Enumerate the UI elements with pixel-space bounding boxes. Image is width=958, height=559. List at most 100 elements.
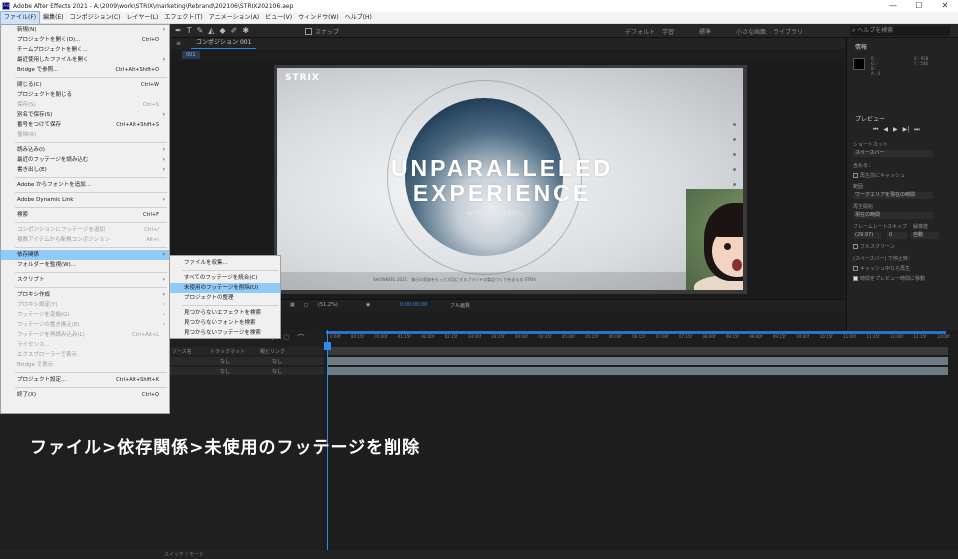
file-menu-item[interactable]: 読み込み(I) › xyxy=(1,145,169,155)
menu-file[interactable]: ファイル(F) xyxy=(0,10,41,25)
mask-icon[interactable]: ◻ xyxy=(304,302,308,308)
last-frame-icon[interactable]: ⏭ xyxy=(914,126,919,134)
move-time-option[interactable]: 時間をプレビュー時間に移動 xyxy=(853,275,925,282)
roto-brush-icon[interactable]: ✐ xyxy=(231,26,238,35)
submenu-item[interactable]: 見つからないフォントを検索 xyxy=(170,318,280,328)
text-tool-icon[interactable]: T xyxy=(187,26,192,35)
submenu-item[interactable]: ファイルを収集... xyxy=(170,258,280,268)
play-icon[interactable]: ▶ xyxy=(893,126,898,134)
menu-window[interactable]: ウィンドウ(W) xyxy=(295,12,342,24)
play-from-select[interactable]: 現在の時間 xyxy=(853,212,933,219)
file-menu-item[interactable]: プロキシ作成 › xyxy=(1,290,169,300)
file-menu-item[interactable]: 最近のフッテージを読み込む › xyxy=(1,155,169,165)
if-caching-play-option[interactable]: キャッシュ中なら再生 xyxy=(853,265,910,272)
grid-icon[interactable]: ▦ xyxy=(290,302,295,308)
workspace-libraries[interactable]: ライブラリ xyxy=(773,27,810,36)
cache-before-playback[interactable]: 再生前にキャッシュ xyxy=(853,172,905,179)
workspace-standard[interactable]: 標準 xyxy=(699,27,736,36)
zoom-dropdown[interactable]: (51.2%) xyxy=(318,302,338,308)
snap-toggle[interactable]: スナップ xyxy=(305,27,339,36)
tab-composition[interactable]: コンポジション 001 xyxy=(191,38,257,49)
shortcut-select[interactable]: スペースバー xyxy=(853,150,933,157)
fullscreen-option[interactable]: フルスクリーン xyxy=(853,243,895,250)
time-ruler[interactable]: 0:00f 00:15f 01:00f 01:15f 02:00f 02:15f 03:00… xyxy=(324,334,958,344)
pen-tool-icon[interactable]: ✒ xyxy=(175,26,182,35)
comp-breadcrumb-chip[interactable]: 001 xyxy=(182,51,200,59)
submenu-item[interactable]: 未使用のフッテージを削除(U) xyxy=(170,283,280,293)
current-timecode[interactable]: 0:00:00:00 xyxy=(400,302,427,308)
playhead-handle[interactable] xyxy=(324,342,331,350)
stamp-tool-icon[interactable]: ◭ xyxy=(208,26,214,35)
file-menu-item[interactable]: 依存関係 › xyxy=(1,250,169,260)
parent-value[interactable]: なし xyxy=(272,358,282,365)
eraser-tool-icon[interactable]: ◆ xyxy=(219,26,225,35)
file-menu-item[interactable]: 閉じる(C) Ctrl+W xyxy=(1,80,169,90)
menu-animation[interactable]: アニメーション(A) xyxy=(206,12,263,24)
menu-help[interactable]: ヘルプ(H) xyxy=(342,12,375,24)
banner-subtitle: わくわく、を、えらぼう。 xyxy=(467,211,527,217)
resolution-dropdown[interactable]: フル画質 xyxy=(450,302,470,309)
col-track-matte[interactable]: トラックマット xyxy=(210,348,245,355)
range-select[interactable]: ワークエリアを現在の時間 xyxy=(853,192,933,199)
skip-select[interactable]: 0 xyxy=(887,232,907,239)
workspace-small-screen[interactable]: 小さな画面 xyxy=(736,27,773,36)
maximize-icon[interactable]: ☐ xyxy=(906,0,932,12)
menu-effect[interactable]: エフェクト(T) xyxy=(161,12,205,24)
headline-line-1: UNPARALLELED xyxy=(390,155,614,181)
track-matte-value[interactable]: なし xyxy=(220,368,230,375)
file-menu-item[interactable]: Adobe からフォントを追加... xyxy=(1,180,169,190)
help-search-input[interactable]: ⌕ ヘルプを検索 xyxy=(850,26,950,36)
submenu-arrow-icon: › xyxy=(162,26,165,33)
menu-composition[interactable]: コンポジション(C) xyxy=(67,12,124,24)
file-menu-item: Bridge で表示 xyxy=(1,360,169,370)
resolution-select[interactable]: 自動 xyxy=(911,232,939,239)
file-menu-item[interactable]: 別名で保存(S) › xyxy=(1,110,169,120)
puppet-pin-icon[interactable]: ✱ xyxy=(242,26,249,35)
submenu-item[interactable]: プロジェクトの整理 xyxy=(170,293,280,303)
col-source[interactable]: ソース名 xyxy=(172,348,192,355)
menu-view[interactable]: ビュー(V) xyxy=(262,12,295,24)
submenu-item[interactable]: すべてのフッテージを統合(C) xyxy=(170,273,280,283)
switches-modes-toggle[interactable]: スイッチ / モード xyxy=(164,551,204,558)
file-menu-item[interactable]: 最近使用したファイルを開く › xyxy=(1,55,169,65)
file-menu-item[interactable]: チームプロジェクトを開く... xyxy=(1,45,169,55)
motion-blur-icon[interactable]: ◌ xyxy=(283,333,289,343)
menu-layer[interactable]: レイヤー(L) xyxy=(124,12,162,24)
minimize-icon[interactable]: — xyxy=(880,0,906,12)
submenu-item[interactable]: 見つからないフッテージを検索 xyxy=(170,328,280,338)
col-parent[interactable]: 親とリンク xyxy=(260,348,285,355)
file-menu-item[interactable]: 新規(N) › xyxy=(1,25,169,35)
next-frame-icon[interactable]: ▶| xyxy=(903,126,910,134)
file-menu-item[interactable]: Bridge で参照... Ctrl+Alt+Shift+O xyxy=(1,65,169,75)
submenu-item[interactable]: 見つからないエフェクトを検索 xyxy=(170,308,280,318)
file-menu-item[interactable]: Adobe Dynamic Link › xyxy=(1,195,169,205)
layer-bar[interactable] xyxy=(328,367,948,375)
panel-menu-icon[interactable]: ≡ xyxy=(176,40,181,47)
parent-value[interactable]: なし xyxy=(272,368,282,375)
snap-checkbox[interactable] xyxy=(305,28,312,35)
first-frame-icon[interactable]: ⏮ xyxy=(873,126,878,134)
workspace-default[interactable]: デフォルト xyxy=(625,27,662,36)
workspace-learn[interactable]: 学習 xyxy=(662,27,699,36)
layer-bar[interactable] xyxy=(328,357,948,365)
track-matte-value[interactable]: なし xyxy=(220,358,230,365)
menu-bar: ファイル(F) 編集(E) コンポジション(C) レイヤー(L) エフェクト(T… xyxy=(0,10,958,25)
file-menu-item[interactable]: 書き出し(E) › xyxy=(1,165,169,175)
snapshot-icon[interactable]: ◉ xyxy=(366,302,370,308)
close-icon[interactable]: ✕ xyxy=(932,0,958,12)
file-menu-item[interactable]: フォルダーを監視(W)... xyxy=(1,260,169,270)
file-menu-item[interactable]: プロジェクトを開く(O)... Ctrl+O xyxy=(1,35,169,45)
graph-editor-icon[interactable]: ⌒ xyxy=(298,333,305,343)
file-menu-item[interactable]: 番号をつけて保存 Ctrl+Alt+Shift+S xyxy=(1,120,169,130)
brush-tool-icon[interactable]: ✎ xyxy=(197,26,204,35)
file-menu-item[interactable]: プロジェクトを閉じる xyxy=(1,90,169,100)
frame-rate-select[interactable]: (29.97) xyxy=(853,232,881,239)
file-menu-item[interactable]: 検索 Ctrl+F xyxy=(1,210,169,220)
file-menu-item[interactable]: プロジェクト設定... Ctrl+Alt+Shift+K xyxy=(1,375,169,385)
file-menu-item[interactable]: 終了(X) Ctrl+Q xyxy=(1,390,169,400)
file-menu-item[interactable]: スクリプト › xyxy=(1,275,169,285)
file-menu-item-label: フォルダーを監視(W)... xyxy=(17,262,76,268)
menu-edit[interactable]: 編集(E) xyxy=(40,12,66,24)
prev-frame-icon[interactable]: ◀ xyxy=(883,126,888,134)
menu-separator xyxy=(182,270,278,271)
